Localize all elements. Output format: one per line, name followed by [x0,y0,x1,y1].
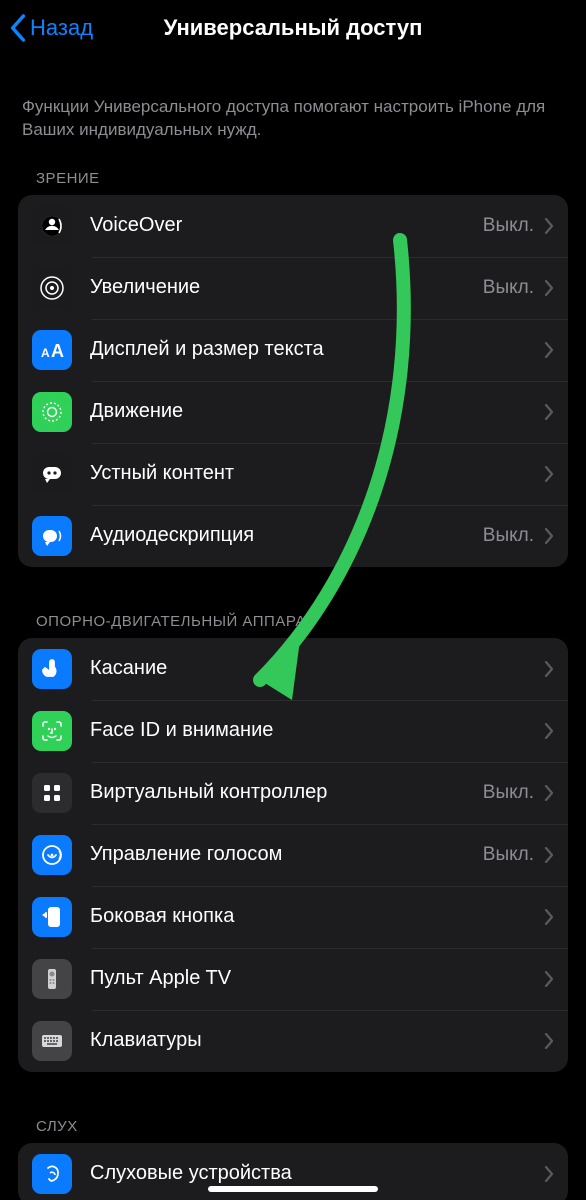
row-label: Боковая кнопка [90,905,544,928]
chevron-right-icon [544,971,554,987]
back-label: Назад [30,15,93,41]
row-label: Слуховые устройства [90,1162,544,1185]
row-keyboards[interactable]: Клавиатуры [18,1010,568,1072]
chevron-right-icon [544,466,554,482]
row-value: Выкл. [483,782,534,804]
row-value: Выкл. [483,844,534,866]
home-indicator[interactable] [208,1186,378,1192]
chevron-right-icon [544,909,554,925]
touch-icon [32,649,72,689]
row-label: Дисплей и размер текста [90,338,544,361]
voiceover-icon [32,206,72,246]
hearing-icon [32,1154,72,1194]
chevron-right-icon [544,1166,554,1182]
svg-text:A: A [41,346,50,360]
section-header-hearing: СЛУХ [36,1118,564,1135]
row-audio-description[interactable]: Аудиодескрипция Выкл. [18,505,568,567]
chevron-right-icon [544,280,554,296]
row-voiceover[interactable]: VoiceOver Выкл. [18,195,568,257]
row-label: Управление голосом [90,843,483,866]
row-display-text-size[interactable]: AA Дисплей и размер текста [18,319,568,381]
navigation-bar: Назад Универсальный доступ [0,0,586,56]
row-touch[interactable]: Касание [18,638,568,700]
switch-control-icon [32,773,72,813]
spoken-content-icon [32,454,72,494]
row-side-button[interactable]: Боковая кнопка [18,886,568,948]
chevron-right-icon [544,785,554,801]
intro-text: Функции Универсального доступа помогают … [22,96,564,142]
row-label: Аудиодескрипция [90,524,483,547]
svg-text:A: A [51,341,64,361]
row-label: VoiceOver [90,214,483,237]
row-label: Пульт Apple TV [90,967,544,990]
section-header-vision: ЗРЕНИЕ [36,170,564,187]
row-label: Виртуальный контроллер [90,781,483,804]
row-switch-control[interactable]: Виртуальный контроллер Выкл. [18,762,568,824]
chevron-right-icon [544,342,554,358]
row-value: Выкл. [483,277,534,299]
row-label: Устный контент [90,462,544,485]
text-size-icon: AA [32,330,72,370]
row-voice-control[interactable]: Управление голосом Выкл. [18,824,568,886]
section-header-motor: ОПОРНО-ДВИГАТЕЛЬНЫЙ АППАРАТ [36,613,564,630]
group-motor: Касание Face ID и внимание Виртуальный к… [18,638,568,1072]
chevron-right-icon [544,723,554,739]
chevron-right-icon [544,404,554,420]
chevron-right-icon [544,847,554,863]
keyboard-icon [32,1021,72,1061]
row-zoom[interactable]: Увеличение Выкл. [18,257,568,319]
voice-control-icon [32,835,72,875]
chevron-right-icon [544,1033,554,1049]
row-motion[interactable]: Движение [18,381,568,443]
row-label: Увеличение [90,276,483,299]
zoom-icon [32,268,72,308]
chevron-left-icon [10,14,26,42]
chevron-right-icon [544,218,554,234]
chevron-right-icon [544,661,554,677]
row-value: Выкл. [483,525,534,547]
side-button-icon [32,897,72,937]
chevron-right-icon [544,528,554,544]
row-apple-tv-remote[interactable]: Пульт Apple TV [18,948,568,1010]
row-label: Движение [90,400,544,423]
row-label: Face ID и внимание [90,719,544,742]
row-value: Выкл. [483,215,534,237]
row-label: Клавиатуры [90,1029,544,1052]
apple-tv-remote-icon [32,959,72,999]
row-label: Касание [90,657,544,680]
row-spoken-content[interactable]: Устный контент [18,443,568,505]
back-button[interactable]: Назад [10,14,93,42]
faceid-icon [32,711,72,751]
group-vision: VoiceOver Выкл. Увеличение Выкл. AA Дисп… [18,195,568,567]
row-faceid-attention[interactable]: Face ID и внимание [18,700,568,762]
audio-description-icon [32,516,72,556]
motion-icon [32,392,72,432]
